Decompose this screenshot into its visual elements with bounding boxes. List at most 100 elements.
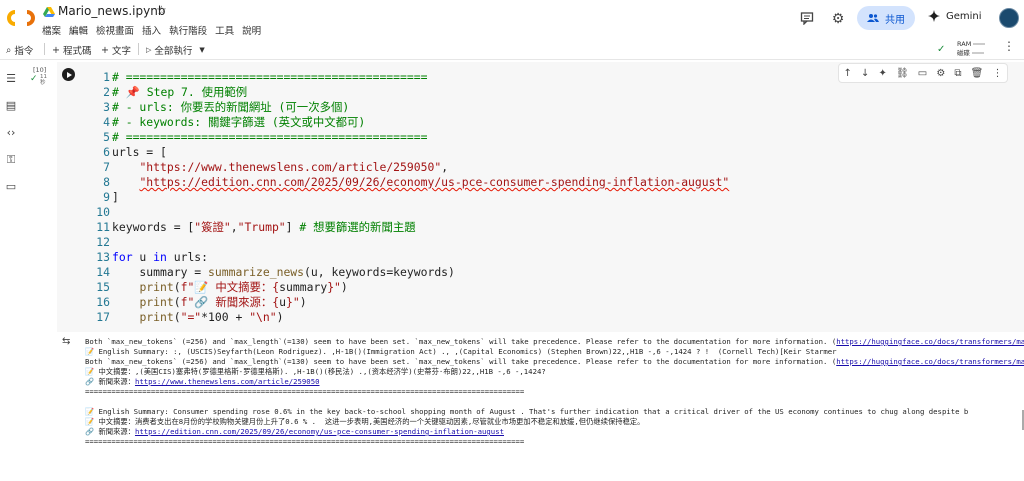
menu-file[interactable]: 檔案 xyxy=(42,23,61,37)
code-line[interactable]: 2 # 📌 Step 7. 使用範例 xyxy=(92,85,247,100)
link-icon[interactable]: ⛓ xyxy=(896,68,909,79)
line-number: 13 xyxy=(96,250,110,264)
line-number: 2 xyxy=(103,85,110,99)
code-line[interactable]: 13 for u in urls: xyxy=(92,250,208,265)
line-number: 17 xyxy=(96,310,110,324)
delete-icon[interactable]: 🗑 xyxy=(971,68,984,79)
line-number: 1 xyxy=(103,70,110,84)
code-line[interactable]: 12 xyxy=(92,235,112,250)
settings-gear-icon[interactable]: ⚙ xyxy=(936,68,945,79)
output-link[interactable]: https://huggingface.co/docs/transformers… xyxy=(836,357,1024,366)
menu-edit[interactable]: 編輯 xyxy=(69,23,88,37)
secrets-key-icon[interactable]: ⚿ xyxy=(4,153,18,167)
cell-toolbar: ↑ ↓ ✦ ⛓ ▭ ⚙ ⧉ 🗑 ⋮ xyxy=(838,63,1008,83)
menu-insert[interactable]: 插入 xyxy=(142,23,161,37)
menu-runtime[interactable]: 執行階段 xyxy=(169,23,207,37)
code-line[interactable]: 4 # - keywords: 關鍵字篩選 (英文或中文都可) xyxy=(92,115,365,130)
search-doc-icon[interactable]: ▤ xyxy=(4,99,18,113)
output-link[interactable]: https://edition.cnn.com/2025/09/26/econo… xyxy=(135,427,504,436)
code-snippets-icon[interactable]: ‹› xyxy=(4,126,18,140)
code-line[interactable]: 9] xyxy=(92,190,119,205)
code-line[interactable]: 6 urls = [ xyxy=(92,145,167,160)
line-number: 7 xyxy=(103,160,110,174)
resource-monitor[interactable]: RAM 磁碟 xyxy=(957,40,986,58)
run-all-button[interactable]: ▷ 全部執行 ▼ xyxy=(146,43,205,57)
code-token: "簽證" xyxy=(194,220,231,234)
code-line[interactable]: 8 "https://edition.cnn.com/2025/09/26/ec… xyxy=(92,175,729,190)
mirror-cell-icon[interactable]: ⧉ xyxy=(954,68,961,79)
toolbar-divider xyxy=(44,43,45,55)
avatar[interactable] xyxy=(999,8,1019,28)
menu-bar: 檔案 編輯 檢視畫面 插入 執行階段 工具 說明 xyxy=(42,23,261,37)
code-line[interactable]: 15 print(f"📝 中文摘要：{summary}") xyxy=(92,280,347,295)
code-line[interactable]: 11 keywords = ["簽證","Trump"] # 想要篩選的新聞主題 xyxy=(92,220,415,235)
code-token: ( xyxy=(173,310,181,324)
add-code-button[interactable]: + 程式碼 xyxy=(52,43,91,58)
ram-label: RAM xyxy=(957,40,972,48)
code-token: *100 + xyxy=(201,310,250,324)
menu-tools[interactable]: 工具 xyxy=(215,23,234,37)
code-token: "https://www.thenewslens.com/article/259… xyxy=(139,160,442,174)
menu-view[interactable]: 檢視畫面 xyxy=(96,23,134,37)
commands-button[interactable]: ⌕ 指令 xyxy=(6,43,33,58)
gemini-sparkle-icon[interactable]: ✦ xyxy=(879,68,887,79)
add-text-button[interactable]: + 文字 xyxy=(101,43,131,58)
code-line[interactable]: 10 xyxy=(92,205,112,220)
notebook-title[interactable]: Mario_news.ipynb xyxy=(58,4,165,18)
exec-time-unit: 秒 xyxy=(40,80,46,86)
gemini-button[interactable]: Gemini xyxy=(928,10,982,22)
code-token: # ======================================… xyxy=(112,130,428,144)
code-line[interactable]: 3 # - urls: 你要丟的新聞網址 (可一次多個) xyxy=(92,100,349,115)
colab-logo[interactable] xyxy=(6,8,36,28)
output-toggle-icon[interactable]: ⇆ xyxy=(62,336,70,347)
output-text: Both `max_new_tokens` (=256) and `max_le… xyxy=(85,337,837,346)
code-token: # - urls: 你要丟的新聞網址 (可一次多個) xyxy=(112,100,350,114)
left-sidebar: ☰ ▤ ‹› ⚿ ▭ xyxy=(0,60,22,481)
line-number: 3 xyxy=(103,100,110,114)
star-icon[interactable]: ☆ xyxy=(156,3,167,17)
output-link[interactable]: https://www.thenewslens.com/article/2590… xyxy=(135,377,320,386)
comment-icon[interactable] xyxy=(799,11,815,27)
connected-check-icon: ✓ xyxy=(937,44,946,55)
code-line[interactable]: 5 # =====================================… xyxy=(92,130,427,145)
line-number: 12 xyxy=(96,235,110,249)
code-line[interactable]: 1 # =====================================… xyxy=(92,70,427,85)
code-token: u xyxy=(279,295,287,309)
share-button[interactable]: 共用 xyxy=(857,6,915,30)
code-line[interactable]: 14 summary = summarize_news(u, keywords=… xyxy=(92,265,455,280)
code-token: }" xyxy=(286,295,300,309)
comment-icon[interactable]: ▭ xyxy=(918,68,927,79)
output-line: 🔗 新聞來源：https://www.thenewslens.com/artic… xyxy=(85,377,1024,387)
line-number: 15 xyxy=(96,280,110,294)
menu-help[interactable]: 說明 xyxy=(242,23,261,37)
table-of-contents-icon[interactable]: ☰ xyxy=(4,72,18,86)
code-token: summary = xyxy=(112,265,209,279)
code-token: (u, keywords=keywords) xyxy=(304,265,455,279)
code-line[interactable]: 7 "https://www.thenewslens.com/article/2… xyxy=(92,160,448,175)
code-token: u xyxy=(132,250,154,264)
move-down-icon[interactable]: ↓ xyxy=(861,68,869,79)
drive-icon[interactable] xyxy=(43,6,55,18)
files-folder-icon[interactable]: ▭ xyxy=(4,180,18,194)
output-line: 📝 English Summary: :, (USCIS)Seyfarth(Le… xyxy=(85,347,1024,357)
output-line: ========================================… xyxy=(85,387,1024,397)
search-icon: ⌕ xyxy=(6,44,12,56)
settings-gear-icon[interactable]: ⚙ xyxy=(830,11,846,27)
output-link[interactable]: https://huggingface.co/docs/transformers… xyxy=(836,337,1024,346)
code-token: ( xyxy=(173,280,181,294)
more-vert-icon[interactable]: ⋮ xyxy=(1003,39,1015,53)
code-line[interactable]: 16 print(f"🔗 新聞來源：{u}") xyxy=(92,295,306,310)
code-token: # ======================================… xyxy=(112,70,428,84)
code-token: summary xyxy=(279,280,328,294)
code-token: keywords = [ xyxy=(112,220,195,234)
output-text: 📝 中文摘要：,(美国CIS)塞弗特(罗德里格斯-罗德里格斯). ,H-1B()… xyxy=(85,367,546,376)
line-number: 8 xyxy=(103,175,110,189)
output-text: ========================================… xyxy=(85,437,525,446)
code-token: for xyxy=(112,250,133,264)
code-line[interactable]: 17 print("="*100 + "\n") xyxy=(92,310,283,325)
move-up-icon[interactable]: ↑ xyxy=(844,68,852,79)
run-cell-button[interactable] xyxy=(62,68,75,81)
top-bar: Mario_news.ipynb ☆ 檔案 編輯 檢視畫面 插入 執行階段 工具… xyxy=(0,0,1024,38)
more-vert-icon[interactable]: ⋮ xyxy=(992,68,1002,79)
play-icon: ▷ xyxy=(146,46,152,54)
